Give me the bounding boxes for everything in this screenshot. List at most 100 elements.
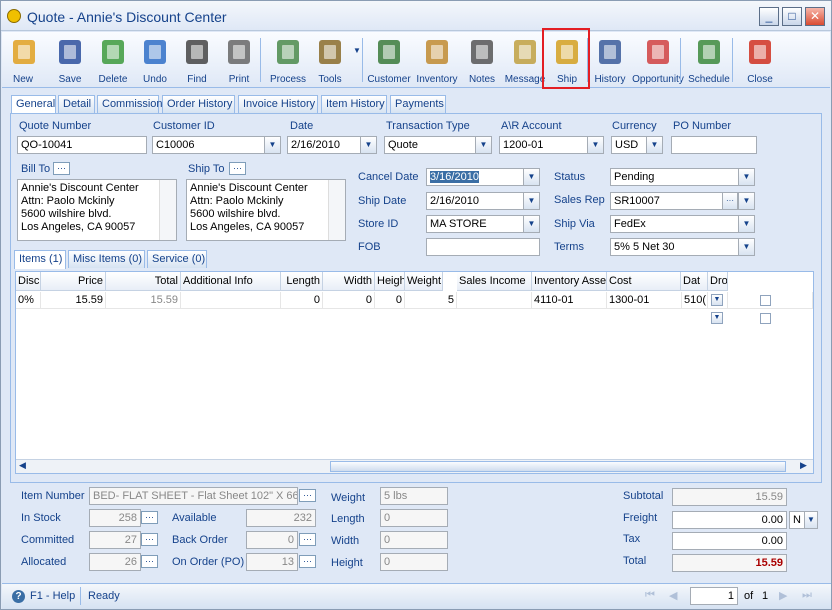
scrollbar[interactable] <box>159 180 176 240</box>
chevron-down-icon[interactable]: ▼ <box>264 137 280 153</box>
grid-cell[interactable]: 4110-01 <box>532 292 607 309</box>
chevron-down-icon[interactable]: ▼ <box>738 193 754 209</box>
first-page-icon[interactable]: ⏮ <box>645 589 655 602</box>
bill-to-lookup-button[interactable]: ··· <box>53 162 70 175</box>
transaction-type-combo[interactable]: Quote ▼ <box>384 136 492 154</box>
tab-commission[interactable]: Commission <box>97 95 163 113</box>
terms-combo[interactable]: 5% 5 Net 30 ▼ <box>610 238 755 256</box>
toolbar-close-button[interactable]: Close <box>740 34 780 86</box>
store-id-combo[interactable]: MA STORE ▼ <box>426 215 540 233</box>
grid-cell[interactable]: 510( <box>682 292 708 309</box>
toolbar-schedule-button[interactable]: Schedule <box>686 34 732 86</box>
bill-to-address[interactable]: Annie's Discount Center Attn: Paolo Mcki… <box>17 179 177 241</box>
ar-account-combo[interactable]: 1200-01 ▼ <box>499 136 604 154</box>
tab-order-history[interactable]: Order History <box>162 95 235 113</box>
ship-to-lookup-button[interactable]: ··· <box>229 162 246 175</box>
back-order-lookup-button[interactable]: ··· <box>299 533 316 546</box>
help-text[interactable]: F1 - Help <box>30 590 75 602</box>
help-icon[interactable]: ? <box>12 590 25 603</box>
toolbar-find-button[interactable]: Find <box>179 34 215 86</box>
toolbar-message-button[interactable]: Message <box>504 34 546 86</box>
minimize-button[interactable]: _ <box>759 7 779 26</box>
scroll-left-icon[interactable]: ◀ <box>19 460 26 471</box>
column-header[interactable]: Sales Income <box>457 272 532 291</box>
tab-general[interactable]: General <box>11 95 56 114</box>
ship-to-address[interactable]: Annie's Discount Center Attn: Paolo Mcki… <box>186 179 346 241</box>
quote-number-field[interactable]: QO-10041 <box>17 136 147 154</box>
maximize-button[interactable]: □ <box>782 7 802 26</box>
item-tab-0[interactable]: Items (1) <box>14 250 66 269</box>
item-tab-2[interactable]: Service (0) <box>147 250 207 268</box>
grid-cell[interactable]: 15.59 <box>41 292 106 309</box>
grid-cell[interactable]: 5 <box>405 292 457 309</box>
item-number-field[interactable]: BED- FLAT SHEET - Flat Sheet 102" X 66" <box>89 487 298 505</box>
committed-lookup-button[interactable]: ··· <box>141 533 158 546</box>
currency-combo[interactable]: USD ▼ <box>611 136 663 154</box>
status-combo[interactable]: Pending ▼ <box>610 168 755 186</box>
page-number-field[interactable]: 1 <box>690 587 738 605</box>
column-header[interactable]: Inventory Asse <box>532 272 607 291</box>
chevron-down-icon[interactable]: ▼ <box>587 137 603 153</box>
chevron-down-icon[interactable]: ▼ <box>738 239 754 255</box>
freight-field[interactable]: 0.00 <box>672 511 787 529</box>
chevron-down-icon[interactable]: ▼ <box>711 312 723 324</box>
grid-cell[interactable] <box>181 292 281 309</box>
prev-page-icon[interactable]: ◀ <box>669 589 677 602</box>
column-header[interactable]: Dat <box>681 272 708 291</box>
cancel-date-field[interactable]: 3/16/2010 ▼ <box>426 168 540 186</box>
toolbar-customer-button[interactable]: Customer <box>367 34 411 86</box>
next-page-icon[interactable]: ▶ <box>779 589 787 602</box>
toolbar-notes-button[interactable]: Notes <box>464 34 500 86</box>
in-stock-lookup-button[interactable]: ··· <box>141 511 158 524</box>
chevron-down-icon[interactable]: ▼ <box>523 216 539 232</box>
allocated-lookup-button[interactable]: ··· <box>141 555 158 568</box>
item-lookup-button[interactable]: ··· <box>299 489 316 502</box>
toolbar-new-button[interactable]: New <box>8 34 38 86</box>
toolbar-delete-button[interactable]: Delete <box>94 34 132 86</box>
toolbar-opportunity-button[interactable]: Opportunity <box>632 34 684 86</box>
chevron-down-icon[interactable]: ▼ <box>804 512 817 528</box>
tab-detail[interactable]: Detail <box>58 95 95 113</box>
grid-cell[interactable]: 0 <box>323 292 375 309</box>
grid-cell[interactable]: 0 <box>375 292 405 309</box>
chevron-down-icon[interactable]: ▼ <box>738 216 754 232</box>
column-header[interactable]: Price <box>41 272 106 291</box>
column-header[interactable]: Additional Info <box>181 272 281 291</box>
column-header[interactable]: Drop Ship <box>708 272 728 291</box>
freight-code-combo[interactable]: N ▼ <box>789 511 818 529</box>
column-header[interactable]: Total <box>106 272 181 291</box>
chevron-down-icon[interactable]: ▼ <box>738 169 754 185</box>
sales-rep-lookup-button[interactable]: ··· <box>722 193 738 209</box>
grid-cell[interactable]: 0% <box>16 292 41 309</box>
toolbar-inventory-button[interactable]: Inventory <box>414 34 460 86</box>
horizontal-scrollbar[interactable]: ◀ ▶ <box>16 459 813 473</box>
column-header[interactable]: Width <box>323 272 375 291</box>
column-header[interactable]: Height <box>375 272 405 291</box>
tab-invoice-history[interactable]: Invoice History <box>238 95 318 113</box>
grid-cell[interactable]: 0 <box>281 292 323 309</box>
ship-via-combo[interactable]: FedEx ▼ <box>610 215 755 233</box>
scroll-thumb[interactable] <box>330 461 786 472</box>
grid-cell[interactable]: 1300-01 <box>607 292 682 309</box>
tab-item-history[interactable]: Item History <box>321 95 387 113</box>
on-order-lookup-button[interactable]: ··· <box>299 555 316 568</box>
fob-field[interactable] <box>426 238 540 256</box>
drop-ship-checkbox[interactable] <box>760 295 771 306</box>
toolbar-process-button[interactable]: Process <box>266 34 310 86</box>
chevron-down-icon[interactable]: ▼ <box>523 169 539 185</box>
customer-id-combo[interactable]: C10006 ▼ <box>152 136 281 154</box>
chevron-down-icon[interactable]: ▼ <box>360 137 376 153</box>
tax-field[interactable]: 0.00 <box>672 532 787 550</box>
toolbar-save-button[interactable]: Save <box>54 34 86 86</box>
column-header[interactable]: Disc <box>16 272 41 291</box>
item-tab-1[interactable]: Misc Items (0) <box>68 250 145 268</box>
toolbar-undo-button[interactable]: Undo <box>138 34 172 86</box>
close-window-button[interactable]: ✕ <box>805 7 825 26</box>
date-field[interactable]: 2/16/2010 ▼ <box>287 136 377 154</box>
sales-rep-combo[interactable]: SR10007 ··· ▼ <box>610 192 755 210</box>
chevron-down-icon[interactable]: ▼ <box>523 193 539 209</box>
ship-date-field[interactable]: 2/16/2010 ▼ <box>426 192 540 210</box>
chevron-down-icon[interactable]: ▼ <box>475 137 491 153</box>
toolbar-print-button[interactable]: Print <box>221 34 257 86</box>
drop-ship-checkbox[interactable] <box>760 313 771 324</box>
